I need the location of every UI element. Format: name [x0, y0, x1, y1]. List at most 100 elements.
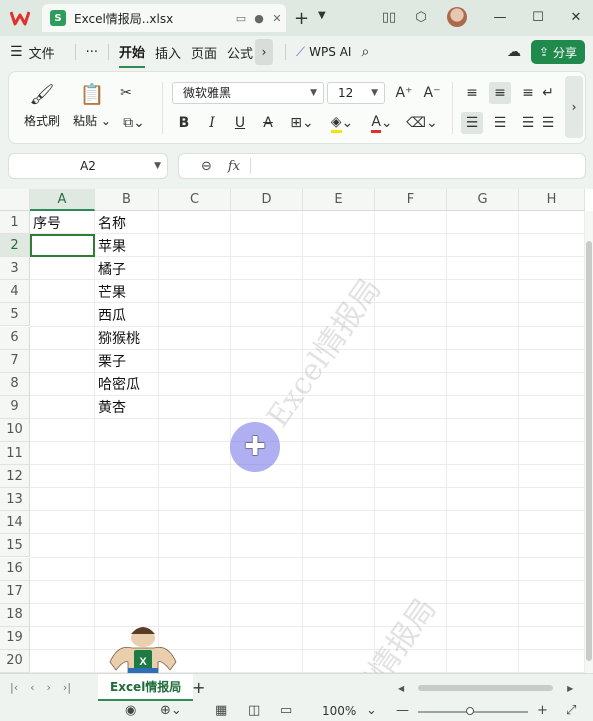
- page-break-view-icon[interactable]: ▭: [280, 703, 292, 718]
- eye-protection-icon[interactable]: ◉: [125, 703, 136, 718]
- cell-b3[interactable]: 橘子: [95, 257, 159, 280]
- underline-icon[interactable]: U: [229, 112, 251, 134]
- prev-sheet-icon[interactable]: ‹: [30, 681, 34, 694]
- cell-b2[interactable]: 苹果: [95, 234, 159, 257]
- cell-b8[interactable]: 哈密瓜: [95, 373, 159, 396]
- row-header-9[interactable]: 9: [0, 395, 30, 419]
- row-header-17[interactable]: 17: [0, 580, 30, 604]
- cell-b4[interactable]: 芒果: [95, 280, 159, 303]
- sheet-tab-active[interactable]: Excel情报局: [98, 674, 194, 701]
- row-header-18[interactable]: 18: [0, 603, 30, 627]
- tab-insert[interactable]: 插入: [155, 36, 181, 68]
- row-header-6[interactable]: 6: [0, 326, 30, 350]
- row-header-3[interactable]: 3: [0, 257, 30, 281]
- clear-format-icon[interactable]: ⌫⌄: [406, 112, 438, 134]
- share-button[interactable]: ⇪ 分享: [531, 40, 585, 64]
- justify-icon[interactable]: ☰: [541, 112, 555, 134]
- menu-scroll-right-icon[interactable]: ›: [255, 39, 274, 65]
- view-settings-icon[interactable]: ⊕⌄: [160, 703, 182, 718]
- monitor-icon[interactable]: ▭: [232, 12, 250, 25]
- column-header-e[interactable]: E: [303, 189, 375, 211]
- cell-b9[interactable]: 黄杏: [95, 396, 159, 419]
- wrap-text-icon[interactable]: ↵: [541, 82, 555, 104]
- row-header-11[interactable]: 11: [0, 442, 30, 466]
- first-sheet-icon[interactable]: |‹: [10, 681, 18, 694]
- row-header-1[interactable]: 1: [0, 211, 30, 235]
- last-sheet-icon[interactable]: ›|: [63, 681, 71, 694]
- zoom-dropdown-icon[interactable]: ⌄: [366, 703, 377, 718]
- align-left-icon[interactable]: ☰: [461, 112, 483, 134]
- italic-icon[interactable]: I: [201, 112, 223, 134]
- font-name-select[interactable]: 微软雅黑 ▼: [172, 82, 324, 104]
- ribbon-scroll-right-icon[interactable]: ›: [565, 76, 583, 138]
- row-header-15[interactable]: 15: [0, 534, 30, 558]
- close-tab-icon[interactable]: ✕: [268, 12, 286, 25]
- cell-b6[interactable]: 猕猴桃: [95, 327, 159, 350]
- formula-bar[interactable]: ⊖ fx: [178, 153, 586, 179]
- row-header-19[interactable]: 19: [0, 626, 30, 650]
- tab-page[interactable]: 页面: [191, 36, 217, 68]
- zoom-slider-knob[interactable]: [466, 707, 474, 715]
- font-color-icon[interactable]: A ⌄: [367, 112, 397, 134]
- row-header-8[interactable]: 8: [0, 372, 30, 396]
- copy-icon[interactable]: ⧉⌄: [119, 112, 149, 134]
- horizontal-scrollbar[interactable]: ◀ ▶: [398, 683, 574, 693]
- zoom-slider[interactable]: [418, 707, 528, 715]
- more-menu-icon[interactable]: ···: [86, 36, 98, 68]
- normal-view-icon[interactable]: ▦: [215, 703, 227, 718]
- fullscreen-icon[interactable]: ⤢: [566, 703, 576, 718]
- row-header-20[interactable]: 20: [0, 649, 30, 673]
- vertical-scrollbar[interactable]: [585, 211, 593, 673]
- row-header-16[interactable]: 16: [0, 557, 30, 581]
- tab-formula[interactable]: 公式: [227, 36, 253, 68]
- zoom-out-icon[interactable]: —: [396, 703, 409, 718]
- align-right-icon[interactable]: ☰: [517, 112, 539, 134]
- scroll-right-icon[interactable]: ▶: [567, 684, 573, 693]
- bold-icon[interactable]: B: [173, 112, 195, 134]
- search-icon[interactable]: ⌕: [361, 36, 369, 68]
- strikethrough-icon[interactable]: A: [257, 112, 279, 134]
- avatar[interactable]: [447, 7, 467, 27]
- cell-a1[interactable]: 序号: [30, 211, 95, 234]
- row-header-13[interactable]: 13: [0, 488, 30, 512]
- reading-mode-icon[interactable]: ▯▯: [380, 8, 398, 26]
- maximize-icon[interactable]: ☐: [531, 8, 545, 26]
- border-icon[interactable]: ⊞⌄: [287, 112, 317, 134]
- menu-file[interactable]: 文件: [29, 36, 55, 68]
- zoom-in-icon[interactable]: +: [537, 703, 548, 718]
- vertical-scroll-thumb[interactable]: [586, 241, 592, 661]
- align-middle-icon[interactable]: ≡: [489, 82, 511, 104]
- align-bottom-icon[interactable]: ≡: [517, 82, 539, 104]
- format-painter-button[interactable]: 🖌 格式刷: [17, 80, 67, 129]
- row-header-14[interactable]: 14: [0, 511, 30, 535]
- column-header-a[interactable]: A: [30, 189, 95, 211]
- horizontal-scroll-thumb[interactable]: [418, 685, 554, 691]
- font-size-select[interactable]: 12 ▼: [327, 82, 385, 104]
- cell-b5[interactable]: 西瓜: [95, 303, 159, 326]
- cut-icon[interactable]: ✂: [115, 82, 137, 104]
- tab-list-chevron-icon[interactable]: ▼: [318, 10, 326, 21]
- row-header-2[interactable]: 2: [0, 234, 30, 258]
- align-top-icon[interactable]: ≡: [461, 82, 483, 104]
- column-header-b[interactable]: B: [95, 189, 159, 211]
- cell-b1[interactable]: 名称: [95, 211, 159, 234]
- increase-font-icon[interactable]: A⁺: [393, 82, 415, 104]
- fill-color-icon[interactable]: ◈ ⌄: [327, 112, 357, 134]
- wps-logo-icon[interactable]: [8, 6, 32, 30]
- spreadsheet-grid[interactable]: A B C D E F G H 1 2 3 4 5 6 7 8 9 10 11 12 13 14 15 16 17 18 19 20 序…: [0, 189, 593, 673]
- zoom-search-icon[interactable]: ⊖: [201, 159, 212, 174]
- align-center-icon[interactable]: ☰: [489, 112, 511, 134]
- scroll-left-icon[interactable]: ◀: [398, 684, 404, 693]
- cell-b7[interactable]: 栗子: [95, 350, 159, 373]
- minimize-icon[interactable]: —: [493, 8, 507, 26]
- page-layout-view-icon[interactable]: ◫: [248, 703, 260, 718]
- name-box[interactable]: A2 ▼: [8, 153, 168, 179]
- paste-button[interactable]: 📋 粘贴 ⌄: [67, 80, 117, 129]
- tab-home[interactable]: 开始: [118, 36, 145, 68]
- cloud-sync-icon[interactable]: ☁: [507, 44, 521, 60]
- zoom-level[interactable]: 100%: [322, 704, 356, 718]
- column-header-d[interactable]: D: [231, 189, 303, 211]
- row-header-12[interactable]: 12: [0, 465, 30, 489]
- select-all-corner[interactable]: [0, 189, 30, 211]
- column-header-g[interactable]: G: [447, 189, 519, 211]
